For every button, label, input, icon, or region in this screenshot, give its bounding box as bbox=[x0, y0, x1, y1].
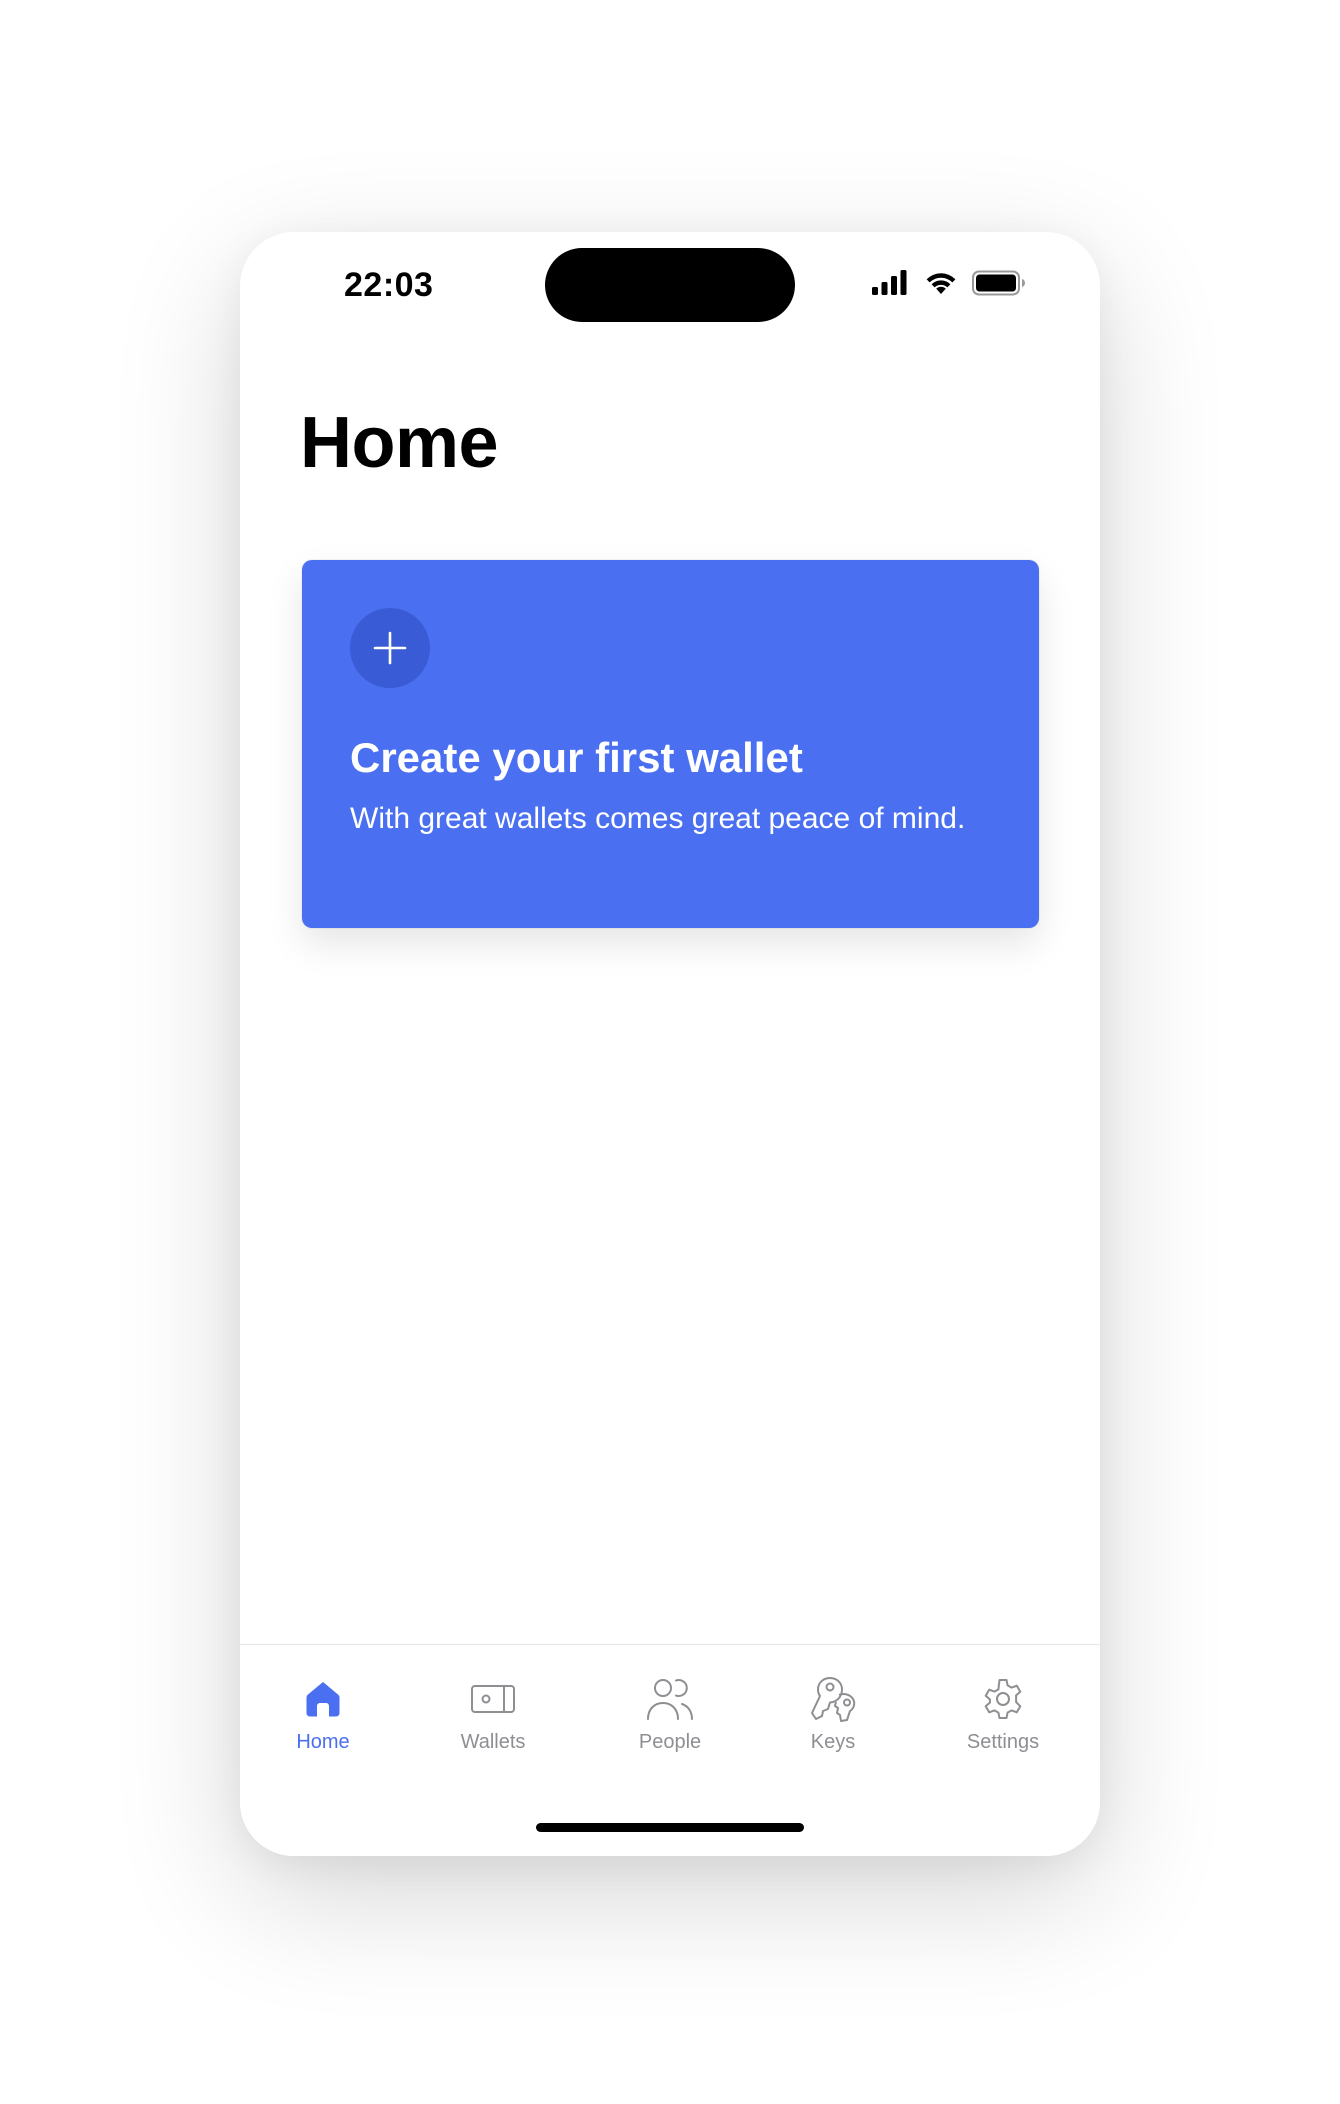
tab-keys-label: Keys bbox=[810, 1731, 856, 1753]
tab-home-label: Home bbox=[296, 1731, 350, 1753]
gear-icon bbox=[979, 1675, 1027, 1723]
wallet-icon bbox=[469, 1675, 517, 1723]
card-title: Create your first wallet bbox=[350, 734, 803, 781]
status-icons bbox=[872, 270, 1026, 301]
wifi-icon bbox=[924, 270, 958, 301]
cellular-signal-icon bbox=[872, 270, 910, 301]
page-title: Home bbox=[300, 403, 499, 483]
status-bar: 22:03 bbox=[240, 232, 1100, 342]
tab-people-label: People bbox=[638, 1731, 702, 1753]
home-indicator bbox=[536, 1823, 804, 1832]
tab-people[interactable]: People bbox=[595, 1675, 745, 1765]
tab-settings[interactable]: Settings bbox=[928, 1675, 1078, 1765]
dynamic-island bbox=[545, 248, 795, 322]
phone-frame: 22:03 Home Create your first wallet With… bbox=[240, 232, 1100, 1856]
status-time: 22:03 bbox=[344, 266, 434, 304]
tab-wallets-label: Wallets bbox=[460, 1731, 526, 1753]
screen-background: 22:03 Home Create your first wallet With… bbox=[0, 0, 1340, 2104]
card-subtitle: With great wallets comes great peace of … bbox=[350, 802, 966, 835]
tab-home[interactable]: Home bbox=[248, 1675, 398, 1765]
tab-wallets[interactable]: Wallets bbox=[418, 1675, 568, 1765]
battery-icon bbox=[972, 270, 1026, 301]
plus-icon[interactable] bbox=[350, 608, 430, 688]
people-icon bbox=[646, 1675, 694, 1723]
create-wallet-card[interactable]: Create your first wallet With great wall… bbox=[302, 560, 1039, 928]
tab-keys[interactable]: Keys bbox=[758, 1675, 908, 1765]
tab-settings-label: Settings bbox=[966, 1731, 1040, 1753]
keys-icon bbox=[809, 1675, 857, 1723]
home-icon bbox=[299, 1675, 347, 1723]
